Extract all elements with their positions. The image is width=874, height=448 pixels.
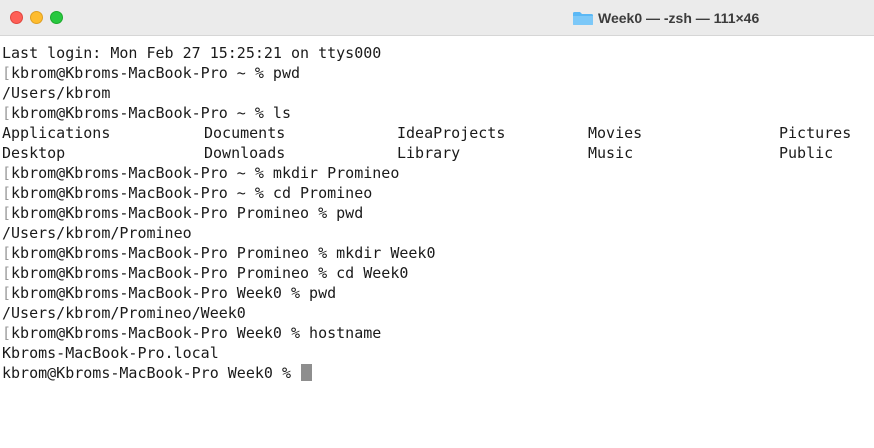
title-bar[interactable]: Week0 — -zsh — 111×46: [0, 0, 874, 36]
prompt-line[interactable]: kbrom@Kbroms-MacBook-Pro Week0 %: [2, 363, 313, 383]
terminal-line: [kbrom@Kbroms-MacBook-Pro Promineo % cd …: [2, 264, 409, 282]
ls-entry: Public: [779, 144, 834, 162]
terminal-line: [kbrom@Kbroms-MacBook-Pro Promineo % pwd: [2, 204, 364, 222]
terminal-line: [kbrom@Kbroms-MacBook-Pro ~ % ls: [2, 104, 291, 122]
terminal-line-text: kbrom@Kbroms-MacBook-Pro ~ % ls: [11, 104, 291, 122]
terminal-line: [kbrom@Kbroms-MacBook-Pro ~ % mkdir Prom…: [2, 164, 400, 182]
ls-entry: Downloads: [204, 144, 286, 162]
ls-entry: Desktop: [2, 144, 66, 162]
close-button[interactable]: [10, 11, 23, 24]
terminal-line-text: kbrom@Kbroms-MacBook-Pro ~ % pwd: [11, 64, 301, 82]
terminal-line: Kbroms-MacBook-Pro.local: [2, 344, 219, 362]
terminal-line-text: kbrom@Kbroms-MacBook-Pro Week0 % hostnam…: [11, 324, 382, 342]
terminal-line-text: kbrom@Kbroms-MacBook-Pro Week0 % pwd: [11, 284, 337, 302]
zoom-button[interactable]: [50, 11, 63, 24]
terminal-line: [kbrom@Kbroms-MacBook-Pro ~ % cd Promine…: [2, 184, 373, 202]
terminal-line: /Users/kbrom/Promineo/Week0: [2, 304, 246, 322]
terminal-line: /Users/kbrom: [2, 84, 111, 102]
terminal-line-text: kbrom@Kbroms-MacBook-Pro ~ % cd Promineo: [11, 184, 373, 202]
terminal-line: [kbrom@Kbroms-MacBook-Pro Week0 % hostna…: [2, 324, 382, 342]
ls-entry: Movies: [588, 124, 643, 142]
ls-entry: Applications: [2, 124, 111, 142]
terminal-line-text: kbrom@Kbroms-MacBook-Pro Promineo % cd W…: [11, 264, 409, 282]
terminal-content[interactable]: Last login: Mon Feb 27 15:25:21 on ttys0…: [0, 36, 874, 448]
ls-entry: IdeaProjects: [397, 124, 506, 142]
text-cursor: [301, 364, 313, 381]
terminal-line-text: kbrom@Kbroms-MacBook-Pro Promineo % mkdi…: [11, 244, 436, 262]
window-title-group: Week0 — -zsh — 111×46: [572, 0, 759, 36]
window-title: Week0 — -zsh — 111×46: [598, 10, 760, 26]
last-login-line: Last login: Mon Feb 27 15:25:21 on ttys0…: [2, 44, 382, 62]
prompt-text: kbrom@Kbroms-MacBook-Pro Week0 %: [2, 364, 301, 382]
ls-entry: Library: [397, 144, 461, 162]
ls-entry: Documents: [204, 124, 286, 142]
terminal-line: [kbrom@Kbroms-MacBook-Pro Week0 % pwd: [2, 284, 337, 302]
terminal-line: [kbrom@Kbroms-MacBook-Pro Promineo % mkd…: [2, 244, 436, 262]
terminal-line: /Users/kbrom/Promineo: [2, 224, 192, 242]
folder-icon: [573, 11, 593, 25]
ls-entry: Music: [588, 144, 634, 162]
terminal-line: [kbrom@Kbroms-MacBook-Pro ~ % pwd: [2, 64, 301, 82]
minimize-button[interactable]: [30, 11, 43, 24]
terminal-line-text: kbrom@Kbroms-MacBook-Pro ~ % mkdir Promi…: [11, 164, 400, 182]
terminal-window: Week0 — -zsh — 111×46 Last login: Mon Fe…: [0, 0, 874, 448]
ls-entry: Pictures: [779, 124, 852, 142]
terminal-line-text: kbrom@Kbroms-MacBook-Pro Promineo % pwd: [11, 204, 364, 222]
